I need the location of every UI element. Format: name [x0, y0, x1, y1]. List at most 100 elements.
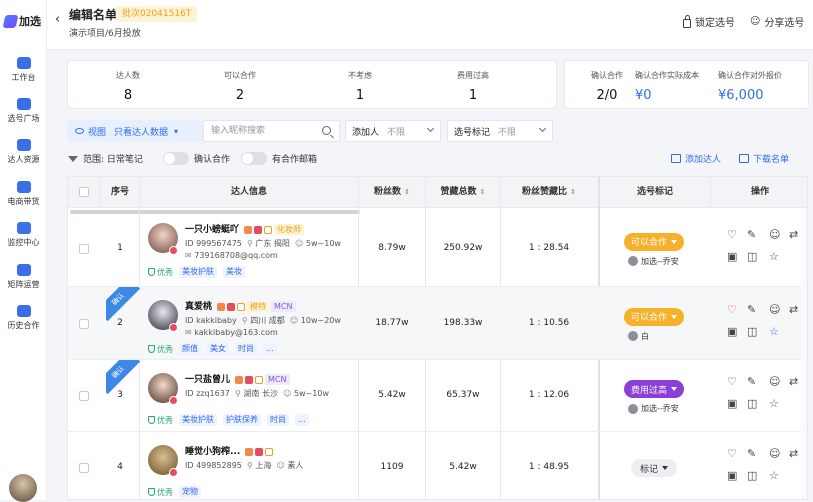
talent-email: ✉ 739168708@qq.com — [185, 251, 278, 260]
talent-meta: ID zzq1637 ⚲ 湖南 长沙 ☺ 5w~10w — [185, 389, 329, 398]
comment-icon[interactable]: ▣ — [727, 397, 738, 410]
comment-icon[interactable]: ▣ — [727, 469, 738, 482]
email-toggle[interactable]: 有合作邮箱 — [241, 152, 317, 165]
swap-icon[interactable]: ⇄ — [789, 375, 800, 388]
col-likes[interactable]: 赞藏总数 ⇕ — [426, 177, 500, 208]
row-checkbox[interactable] — [79, 463, 89, 473]
sort-icon: ⇕ — [404, 188, 411, 196]
table-row[interactable]: 4 睡觉小狗榨... ID 499852895 ⚲ 上海 ☺ 素人 优秀 宠物 1109 5… — [68, 432, 807, 499]
trash-icon[interactable]: ◫ — [747, 469, 758, 482]
trash-icon[interactable]: ◫ — [747, 325, 758, 338]
edit-icon[interactable]: ✎ — [747, 228, 758, 241]
talent-name[interactable]: 真爱桃 模特 MCN — [185, 299, 296, 312]
heart-broken-icon[interactable]: ♡ — [727, 375, 738, 388]
row-checkbox[interactable] — [79, 243, 89, 254]
stat-confirmed: 确认合作 2/0 — [591, 71, 623, 103]
mark-filter-dropdown[interactable]: 选号标记 不限 — [447, 120, 553, 142]
chevron-down-icon: ▾ — [174, 126, 179, 136]
category-tag: 美女 — [207, 343, 229, 355]
mark-dropdown[interactable]: 费用过高 — [624, 380, 684, 398]
fans-likes-ratio: 1 : 28.54 — [528, 242, 570, 253]
search-input[interactable]: 输入昵称搜索 — [203, 120, 340, 142]
sidebar-item-square[interactable]: 选号广场 — [0, 98, 47, 124]
back-chevron-icon[interactable]: ‹ — [55, 12, 60, 27]
row-checkbox[interactable] — [79, 318, 89, 329]
star-icon[interactable]: ☆ — [769, 250, 780, 263]
star-icon[interactable]: ☆ — [769, 397, 780, 410]
trash-icon[interactable]: ◫ — [747, 250, 758, 263]
download-list-button[interactable]: 下载名单 — [739, 152, 789, 165]
swap-icon[interactable]: ⇄ — [789, 447, 800, 460]
table-row[interactable]: 确认 3 一只盐曾儿 MCN ID zzq1637 ⚲ 湖南 长沙 ☺ 5w~10w 优秀… — [68, 360, 807, 432]
location-icon: ⚲ — [246, 239, 253, 248]
row-index: 1 — [117, 242, 123, 253]
sidebar-item-history[interactable]: 历史合作 — [0, 305, 47, 331]
lock-selection-button[interactable]: 锁定选号 — [683, 14, 735, 29]
sidebar-item-ecommerce[interactable]: 电商带货 — [0, 181, 47, 207]
search-icon[interactable] — [322, 126, 331, 135]
add-talent-button[interactable]: 添加达人 — [671, 152, 721, 165]
person-icon: ☺ — [276, 461, 285, 470]
swap-icon[interactable]: ⇄ — [789, 228, 800, 241]
user-avatar[interactable] — [9, 474, 37, 502]
talent-meta: ID kakkibaby ⚲ 四川 成都 ☺ 10w~20w — [185, 316, 341, 325]
likes-count: 65.37w — [446, 390, 480, 400]
eye-icon — [75, 128, 84, 134]
marked-by: 加选--乔安 — [628, 403, 679, 414]
person-share-icon: ☺ — [750, 16, 761, 27]
share-selection-button[interactable]: ☺ 分享选号 — [750, 14, 804, 29]
mcn-tag: MCN — [271, 301, 296, 312]
confirm-toggle[interactable]: 确认合作 — [163, 152, 230, 165]
col-ratio[interactable]: 粉丝赞藏比 ⇕ — [501, 177, 597, 208]
edit-icon[interactable]: ✎ — [747, 375, 758, 388]
table-row[interactable]: 确认 2 真爱桃 模特 MCN ID kakkibaby ⚲ 四川 成都 ☺ 10w~20… — [68, 287, 807, 360]
mark-dropdown[interactable]: 标记 — [631, 459, 677, 477]
vertical-scrollbar[interactable] — [801, 208, 807, 499]
sidebar-item-monitor[interactable]: 监控中心 — [0, 222, 47, 248]
verified-badge-icon — [169, 246, 178, 255]
mark-dropdown[interactable]: 可以合作 — [624, 232, 684, 251]
star-icon[interactable]: ☆ — [769, 469, 780, 482]
heart-broken-icon[interactable]: ♡ — [727, 447, 738, 460]
caret-down-icon — [671, 239, 677, 244]
table-row[interactable]: 1 一只小螃蜓吖 化妆师 ID 999567475 ⚲ 广东 揭阳 ☺ 5w~10w ✉… — [68, 210, 807, 287]
sidebar: 加选 工作台 选号广场 达人资源 电商带货 监控中心 矩阵运营 历史合作 — [0, 0, 47, 502]
mark-dropdown[interactable]: 可以合作 — [624, 307, 684, 326]
trash-icon[interactable]: ◫ — [747, 397, 758, 410]
edit-icon[interactable]: ✎ — [747, 303, 758, 316]
user-icon[interactable]: ☺ — [769, 375, 780, 388]
heart-broken-icon[interactable]: ♡ — [727, 303, 738, 316]
comment-icon[interactable]: ▣ — [727, 325, 738, 338]
select-all-checkbox[interactable] — [79, 187, 89, 197]
caret-down-icon — [671, 387, 677, 391]
user-icon[interactable]: ☺ — [769, 447, 780, 460]
talent-name[interactable]: 一只小螃蜓吖 化妆师 — [185, 222, 305, 235]
talent-name[interactable]: 睡觉小狗榨... — [185, 444, 274, 457]
talent-tags: 优秀 颜值 美女 时尚... — [148, 343, 277, 355]
confirm-toggle-switch[interactable] — [163, 152, 189, 165]
swap-icon[interactable]: ⇄ — [789, 303, 800, 316]
person-icon: ☺ — [295, 239, 304, 248]
view-selector[interactable]: 视图 只看达人数据 ▾ — [67, 120, 203, 142]
adder-filter-dropdown[interactable]: 添加人 不限 — [345, 120, 441, 142]
comment-icon[interactable]: ▣ — [727, 250, 738, 263]
col-index: 序号 — [110, 187, 129, 197]
talent-name[interactable]: 一只盐曾儿 MCN — [185, 372, 290, 385]
fans-count: 8.79w — [378, 242, 406, 253]
app-logo[interactable]: 加选 — [2, 13, 41, 29]
category-tag: ... — [263, 343, 277, 355]
star-icon[interactable]: ☆ — [769, 325, 780, 338]
row-checkbox[interactable] — [79, 391, 89, 401]
edit-icon[interactable]: ✎ — [747, 447, 758, 460]
sidebar-item-resource[interactable]: 达人资源 — [0, 139, 47, 165]
email-toggle-switch[interactable] — [241, 152, 267, 165]
sidebar-item-matrix[interactable]: 矩阵运营 — [0, 264, 47, 290]
stats-card-left: 达人数 8 可以合作 2 不考虑 1 费用过高 1 — [67, 60, 557, 109]
likes-count: 198.33w — [443, 317, 483, 328]
heart-broken-icon[interactable]: ♡ — [727, 228, 738, 241]
user-icon[interactable]: ☺ — [769, 303, 780, 316]
range-filter[interactable]: 范围: 日常笔记 — [68, 152, 143, 165]
col-fans[interactable]: 粉丝数 ⇕ — [359, 177, 425, 208]
sidebar-item-workbench[interactable]: 工作台 — [0, 57, 47, 83]
user-icon[interactable]: ☺ — [769, 228, 780, 241]
